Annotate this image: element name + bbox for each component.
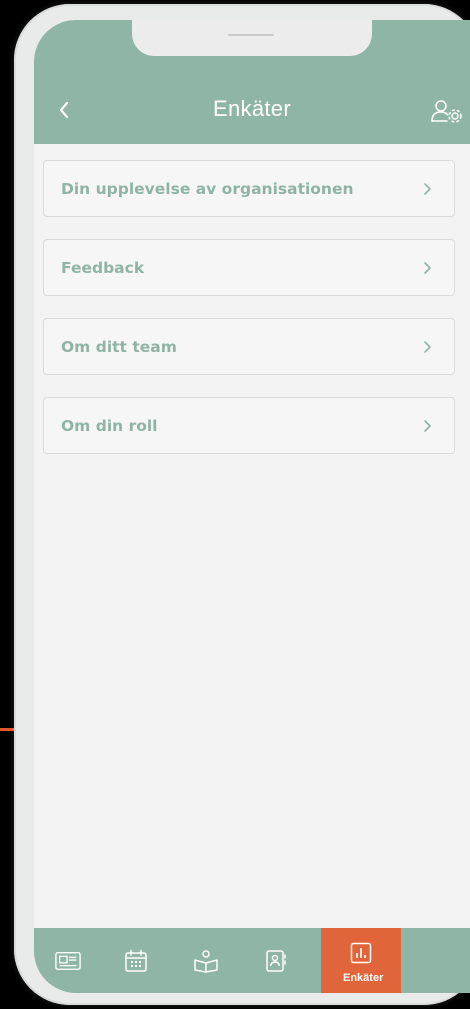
tab-surveys[interactable]: Enkäter (321, 928, 401, 993)
book-reader-icon (194, 949, 218, 973)
tab-contacts[interactable] (241, 928, 311, 993)
decorative-accent-line (0, 728, 14, 731)
speaker-grille (228, 34, 274, 36)
device-notch (132, 20, 372, 56)
tab-news[interactable] (34, 928, 101, 993)
survey-item-label: Din upplevelse av organisationen (61, 179, 354, 198)
user-settings-button[interactable] (430, 98, 470, 124)
chevron-right-icon (424, 419, 431, 432)
survey-item-team[interactable]: Om ditt team (43, 318, 455, 375)
newspaper-icon (54, 951, 81, 970)
chevron-right-icon (424, 182, 431, 195)
user-settings-icon (431, 100, 462, 123)
app-screen: Enkäter Din upplevelse av organisationen… (34, 20, 470, 993)
chevron-right-icon (424, 340, 431, 353)
tab-learning[interactable] (171, 928, 241, 993)
survey-item-feedback[interactable]: Feedback (43, 239, 455, 296)
survey-item-label: Om din roll (61, 416, 158, 435)
calendar-icon (125, 949, 147, 972)
survey-list: Din upplevelse av organisationen Feedbac… (43, 160, 455, 454)
bar-chart-icon (350, 942, 372, 964)
survey-item-role[interactable]: Om din roll (43, 397, 455, 454)
bottom-tab-bar: Enkäter (34, 928, 470, 993)
survey-item-label: Feedback (61, 258, 145, 277)
survey-item-label: Om ditt team (61, 337, 177, 356)
survey-item-organisation[interactable]: Din upplevelse av organisationen (43, 160, 455, 217)
contacts-icon (266, 949, 286, 972)
tab-calendar[interactable] (101, 928, 171, 993)
tab-surveys-label: Enkäter (343, 972, 384, 984)
chevron-right-icon (424, 261, 431, 274)
page-title: Enkäter (213, 96, 291, 121)
